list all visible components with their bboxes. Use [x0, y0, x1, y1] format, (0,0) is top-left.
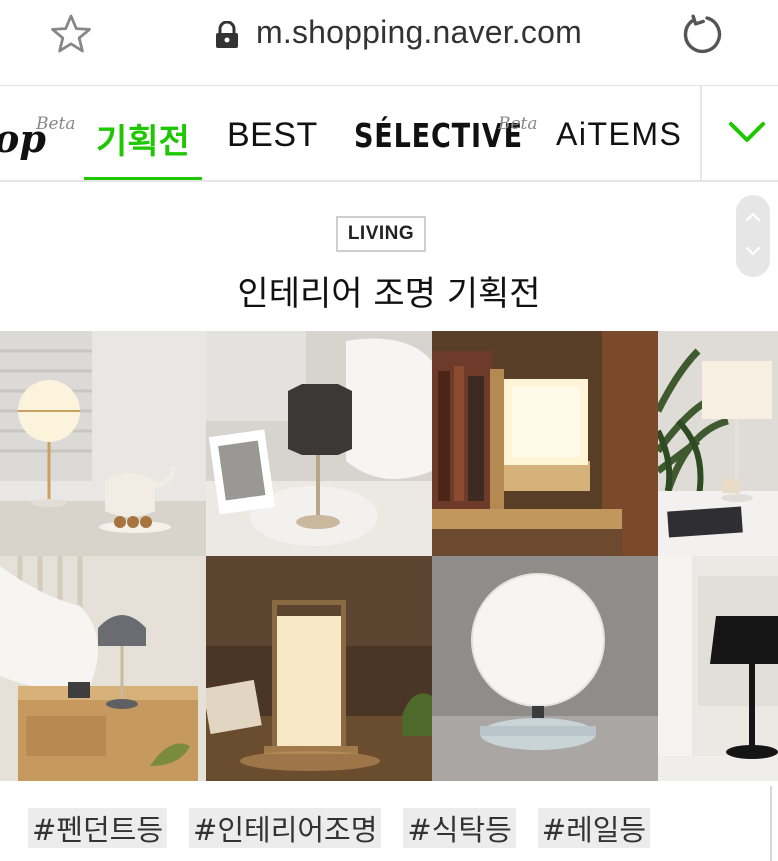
section-title: 인테리어 조명 기획전 — [237, 274, 541, 314]
chevron-down-small-icon[interactable] — [745, 243, 761, 259]
hashtag-pendant[interactable]: #펜던트등 — [28, 808, 168, 848]
product-image[interactable] — [0, 331, 206, 556]
hashtag-list: #펜던트등 #인테리어조명 #식탁등 #레일등 — [28, 808, 651, 854]
tab-exhibition[interactable]: 기획전 — [84, 86, 202, 180]
scroll-edge-divider — [770, 786, 772, 861]
bookmark-star-icon[interactable] — [50, 13, 92, 55]
lock-icon — [216, 21, 238, 48]
category-badge: LIVING — [336, 216, 426, 252]
tab-aitems-label: AiTEMS — [556, 116, 683, 152]
tab-best-label: BEST — [227, 116, 318, 154]
hashtag-interior-light[interactable]: #인테리어조명 — [189, 808, 382, 848]
product-image[interactable] — [658, 331, 778, 556]
product-image-grid — [0, 331, 778, 781]
product-image[interactable] — [0, 556, 206, 781]
tab-selective-beta: Beta — [498, 114, 538, 134]
scroll-control[interactable] — [736, 195, 770, 277]
category-tab-bar: op Beta 기획전 BEST SÉLECTIVE Beta AiTEMS — [0, 86, 778, 182]
reload-icon[interactable] — [680, 12, 724, 56]
product-image[interactable] — [206, 556, 432, 781]
product-image[interactable] — [206, 331, 432, 556]
expand-tabs-button[interactable] — [700, 86, 778, 180]
product-image[interactable] — [658, 556, 778, 781]
tab-shop-beta: Beta — [36, 114, 76, 134]
product-image[interactable] — [432, 556, 658, 781]
hashtag-dining-light[interactable]: #식탁등 — [403, 808, 516, 848]
url-text[interactable]: m.shopping.naver.com — [256, 14, 582, 51]
browser-url-bar: m.shopping.naver.com — [0, 0, 778, 86]
active-tab-indicator — [84, 177, 202, 180]
chevron-up-icon[interactable] — [745, 209, 761, 225]
tab-exhibition-label: 기획전 — [96, 122, 190, 162]
chevron-down-icon — [729, 122, 765, 142]
product-image[interactable] — [432, 331, 658, 556]
hashtag-rail-light[interactable]: #레일등 — [537, 808, 651, 848]
